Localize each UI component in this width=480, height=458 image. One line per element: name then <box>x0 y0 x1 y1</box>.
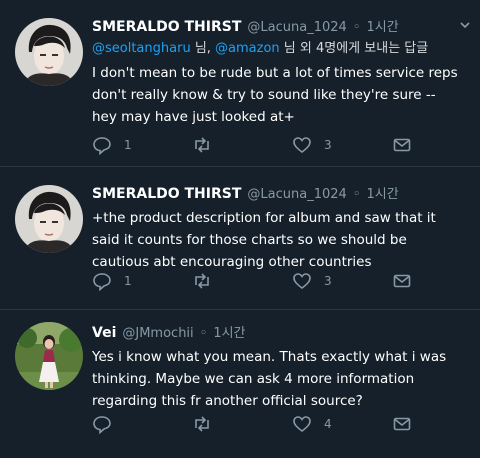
reply-joiner: 님, <box>190 41 216 56</box>
reply-icon <box>93 137 111 155</box>
retweet-button[interactable] <box>192 135 232 155</box>
reply-suffix: 님 외 4명에게 보내는 답글 <box>279 41 429 56</box>
reply-count: 1 <box>124 138 132 152</box>
reply-button[interactable]: 1 <box>92 271 132 291</box>
avatar[interactable] <box>15 18 83 86</box>
avatar[interactable] <box>15 322 83 390</box>
reply-button[interactable] <box>92 414 132 434</box>
handle[interactable]: @Lacuna_1024 <box>247 187 346 202</box>
heart-icon <box>293 273 311 290</box>
timestamp[interactable]: 1시간 <box>366 16 398 35</box>
reply-icon <box>93 416 111 434</box>
tweet-actions: 4 <box>92 414 432 434</box>
retweet-icon <box>195 137 209 153</box>
display-name[interactable]: SMERALDO THIRST <box>92 19 241 35</box>
avatar-dark-hair-man-image <box>15 185 83 253</box>
retweet-icon <box>195 416 209 432</box>
tweet-actions: 1 3 <box>92 135 432 155</box>
like-count: 3 <box>324 138 332 152</box>
heart-icon <box>293 137 311 154</box>
avatar-woman-outdoor-image <box>15 322 83 390</box>
timeline: SMERALDO THIRST @Lacuna_1024 ◦ 1시간 @seol… <box>0 0 480 458</box>
tweet-text: Yes i know what you mean. Thats exactly … <box>92 349 447 409</box>
retweet-button[interactable] <box>192 271 232 291</box>
like-button[interactable]: 3 <box>292 271 332 291</box>
like-button[interactable]: 3 <box>292 135 332 155</box>
share-dm-button[interactable] <box>392 135 432 155</box>
heart-icon <box>293 416 311 433</box>
display-name[interactable]: SMERALDO THIRST <box>92 186 241 202</box>
retweet-button[interactable] <box>192 414 232 434</box>
avatar-dark-hair-man-image <box>15 18 83 86</box>
share-dm-button[interactable] <box>392 271 432 291</box>
like-button[interactable]: 4 <box>292 414 332 434</box>
handle[interactable]: @JMmochii <box>122 326 193 341</box>
separator: ◦ <box>199 326 208 341</box>
chevron-down-icon[interactable] <box>458 18 472 32</box>
like-count: 4 <box>324 417 332 431</box>
tweet-text: I don't mean to be rude but a lot of tim… <box>92 65 458 125</box>
share-dm-button[interactable] <box>392 414 432 434</box>
tweet-text: +the product description for album and s… <box>92 210 436 270</box>
timestamp[interactable]: 1시간 <box>213 322 245 341</box>
replying-to: @seoltangharu 님, @amazon 님 외 4명에게 보내는 답글 <box>92 38 472 60</box>
separator: ◦ <box>352 20 361 35</box>
avatar[interactable] <box>15 185 83 253</box>
retweet-icon <box>195 273 209 289</box>
tweet-2[interactable]: SMERALDO THIRST @Lacuna_1024 ◦ 1시간 +the … <box>0 167 480 310</box>
mail-icon <box>393 417 411 431</box>
timestamp[interactable]: 1시간 <box>366 183 398 202</box>
tweet-actions: 1 3 <box>92 271 432 291</box>
tweet-3[interactable]: Vei @JMmochii ◦ 1시간 Yes i know what you … <box>0 310 480 458</box>
mention-link[interactable]: @amazon <box>215 41 280 56</box>
reply-count: 1 <box>124 274 132 288</box>
mail-icon <box>393 138 411 152</box>
mail-icon <box>393 274 411 288</box>
separator: ◦ <box>352 187 361 202</box>
mention-link[interactable]: @seoltangharu <box>92 41 191 56</box>
like-count: 3 <box>324 274 332 288</box>
display-name[interactable]: Vei <box>92 325 116 341</box>
handle[interactable]: @Lacuna_1024 <box>247 20 346 35</box>
tweet-1[interactable]: SMERALDO THIRST @Lacuna_1024 ◦ 1시간 @seol… <box>0 0 480 167</box>
reply-icon <box>93 273 111 291</box>
reply-button[interactable]: 1 <box>92 135 132 155</box>
